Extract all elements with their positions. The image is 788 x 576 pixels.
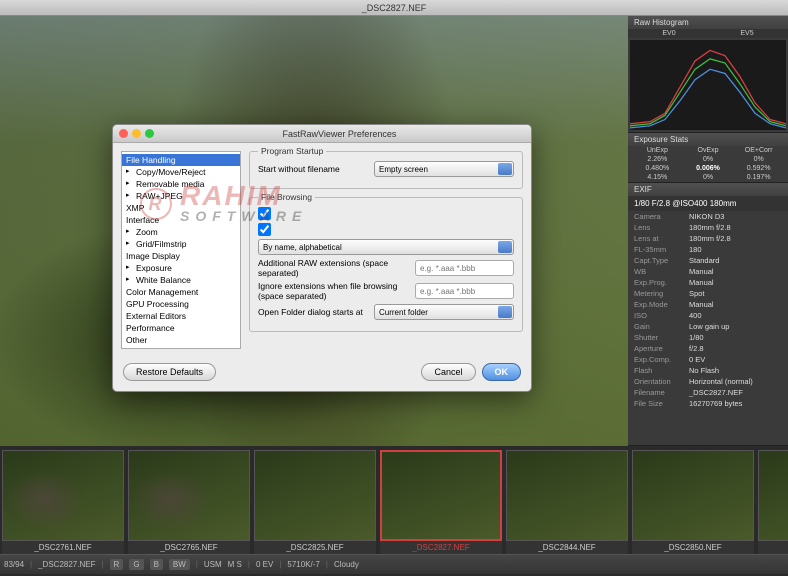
exposure-stats-header[interactable]: Exposure Stats — [628, 133, 788, 146]
exif-row: MeteringSpot — [628, 288, 788, 299]
tree-item[interactable]: ▸Zoom — [122, 226, 240, 238]
preferences-dialog: FastRawViewer Preferences File Handling▸… — [112, 124, 532, 392]
thumbnail[interactable]: _DSC2878.NEF — [758, 450, 788, 554]
open-folder-select[interactable]: Current folder — [374, 304, 514, 320]
dialog-titlebar[interactable]: FastRawViewer Preferences — [113, 125, 531, 143]
exif-row: Exp.ModeManual — [628, 299, 788, 310]
exif-row: Aperturef/2.8 — [628, 343, 788, 354]
exif-row: CameraNIKON D3 — [628, 211, 788, 222]
startup-select[interactable]: Empty screen — [374, 161, 514, 177]
exif-row: GainLow gain up — [628, 321, 788, 332]
side-panel: Raw Histogram EV0 EV5 Exposure Stats UnE… — [628, 16, 788, 446]
thumbnail-label: _DSC2765.NEF — [128, 541, 250, 554]
tree-item[interactable]: ▸White Balance — [122, 274, 240, 286]
thumbnail[interactable]: _DSC2827.NEF — [380, 450, 502, 554]
channel-b[interactable]: B — [150, 559, 163, 570]
sort-select[interactable]: By name, alphabetical — [258, 239, 514, 255]
browsing-chk1[interactable] — [258, 207, 271, 220]
exif-row: File Size16270769 bytes — [628, 398, 788, 409]
status-filename: _DSC2827.NEF — [38, 560, 95, 569]
tree-item[interactable]: ▸Copy/Move/Reject — [122, 166, 240, 178]
tree-item[interactable]: Image Display — [122, 250, 240, 262]
preferences-tree[interactable]: File Handling▸Copy/Move/Reject▸Removable… — [121, 151, 241, 349]
minimize-icon[interactable] — [132, 129, 141, 138]
thumbnail[interactable]: _DSC2765.NEF — [128, 450, 250, 554]
tree-item[interactable]: External Editors — [122, 310, 240, 322]
channel-bw[interactable]: BW — [169, 559, 190, 570]
histogram — [630, 40, 786, 130]
tree-item[interactable]: Performance — [122, 322, 240, 334]
exif-row: ISO400 — [628, 310, 788, 321]
cancel-button[interactable]: Cancel — [421, 363, 475, 381]
exif-summary: 1/80 F/2.8 @ISO400 180mm — [628, 196, 788, 211]
thumbnail-label: _DSC2825.NEF — [254, 541, 376, 554]
temp-label[interactable]: 5710K/-7 — [287, 560, 319, 569]
counter: 83/94 — [4, 560, 24, 569]
histogram-header[interactable]: Raw Histogram — [628, 16, 788, 29]
window-titlebar: _DSC2827.NEF — [0, 0, 788, 16]
tree-item[interactable]: ▸RAW+JPEG — [122, 190, 240, 202]
tree-item[interactable]: GPU Processing — [122, 298, 240, 310]
restore-defaults-button[interactable]: Restore Defaults — [123, 363, 216, 381]
thumbnail-label: _DSC2827.NEF — [380, 541, 502, 554]
wb-label[interactable]: Cloudy — [334, 560, 359, 569]
tree-item[interactable]: Color Management — [122, 286, 240, 298]
tree-item[interactable]: ▸Removable media — [122, 178, 240, 190]
tree-item[interactable]: Other — [122, 334, 240, 346]
tree-item[interactable]: File Handling — [122, 154, 240, 166]
thumbnail[interactable]: _DSC2844.NEF — [506, 450, 628, 554]
thumbnail-label: _DSC2761.NEF — [2, 541, 124, 554]
exif-row: Lens at180mm f/2.8 — [628, 233, 788, 244]
statusbar: 83/94 | _DSC2827.NEF | R G B BW | USM M … — [0, 554, 788, 574]
additional-ext-input[interactable] — [415, 260, 514, 276]
ev-label[interactable]: 0 EV — [256, 560, 273, 569]
exif-row: Shutter1/80 — [628, 332, 788, 343]
exif-row: Filename_DSC2827.NEF — [628, 387, 788, 398]
exif-row: Capt.TypeStandard — [628, 255, 788, 266]
thumbnail[interactable]: _DSC2761.NEF — [2, 450, 124, 554]
usm-label[interactable]: USM — [204, 560, 222, 569]
exif-row: FL-35mm180 — [628, 244, 788, 255]
ignore-ext-input[interactable] — [415, 283, 514, 299]
exif-header[interactable]: EXIF — [628, 183, 788, 196]
window-title: _DSC2827.NEF — [362, 3, 427, 13]
tree-item[interactable]: XMP — [122, 202, 240, 214]
dialog-title: FastRawViewer Preferences — [154, 129, 525, 139]
exif-row: FlashNo Flash — [628, 365, 788, 376]
browsing-chk2[interactable] — [258, 223, 271, 236]
tree-item[interactable]: Interface — [122, 214, 240, 226]
exif-row: WBManual — [628, 266, 788, 277]
exif-row: Exp.Comp.0 EV — [628, 354, 788, 365]
filmstrip[interactable]: _DSC2761.NEF _DSC2765.NEF _DSC2825.NEF _DSC… — [0, 446, 788, 554]
tree-item[interactable]: ▸Grid/Filmstrip — [122, 238, 240, 250]
channel-r[interactable]: R — [110, 559, 124, 570]
thumbnail[interactable]: _DSC2850.NEF — [632, 450, 754, 554]
thumbnail[interactable]: _DSC2825.NEF — [254, 450, 376, 554]
exif-row: OrientationHorizontal (normal) — [628, 376, 788, 387]
maximize-icon[interactable] — [145, 129, 154, 138]
thumbnail-label: _DSC2844.NEF — [506, 541, 628, 554]
exif-row: Lens180mm f/2.8 — [628, 222, 788, 233]
channel-g[interactable]: G — [129, 559, 143, 570]
startup-label: Start without filename — [258, 164, 368, 174]
thumbnail-label: _DSC2850.NEF — [632, 541, 754, 554]
ok-button[interactable]: OK — [482, 363, 522, 381]
thumbnail-label: _DSC2878.NEF — [758, 541, 788, 554]
tree-item[interactable]: ▸Exposure — [122, 262, 240, 274]
exif-row: Exp.Prog.Manual — [628, 277, 788, 288]
close-icon[interactable] — [119, 129, 128, 138]
